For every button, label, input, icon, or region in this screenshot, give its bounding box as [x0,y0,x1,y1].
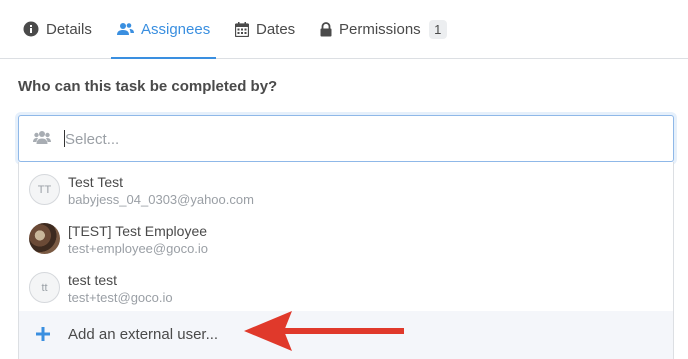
user-name: Test Test [68,174,123,190]
user-name: test test [68,272,118,288]
calendar-icon [235,21,249,37]
tab-details[interactable]: Details [23,0,92,58]
list-item[interactable]: TT Test Test babyjess_04_0303@yahoo.com [19,165,673,214]
info-circle-icon [23,21,39,37]
assignee-select[interactable] [18,115,674,162]
user-name: [TEST] Test Employee [68,223,208,239]
permissions-count-badge: 1 [428,19,447,39]
avatar: tt [29,272,60,303]
assignee-search-input[interactable] [65,126,655,152]
group-icon [33,130,51,150]
tab-assignees[interactable]: Assignees [110,0,217,59]
user-email: test+employee@goco.io [68,241,209,256]
tab-permissions[interactable]: Permissions 1 [320,0,447,58]
avatar [29,223,60,254]
lock-icon [320,21,332,37]
assignee-question: Who can this task be completed by? [18,78,278,95]
users-icon [117,22,134,36]
add-external-user-label: Add an external user... [68,326,219,343]
tab-permissions-label: Permissions [339,20,421,38]
text-cursor [64,130,65,147]
tab-dates[interactable]: Dates [235,0,295,58]
user-email: babyjess_04_0303@yahoo.com [68,192,254,207]
tab-dates-label: Dates [256,20,296,38]
tab-bar: Details Assignees Dates Permissions 1 [0,0,688,59]
list-item[interactable]: [TEST] Test Employee test+employee@goco.… [19,214,673,263]
tab-assignees-label: Assignees [141,20,211,38]
plus-icon [35,326,51,347]
user-email: test+test@goco.io [68,290,173,305]
avatar: TT [29,174,60,205]
tab-details-label: Details [46,20,92,38]
list-item[interactable]: tt test test test+test@goco.io [19,263,673,312]
red-arrow-annotation [244,311,404,351]
